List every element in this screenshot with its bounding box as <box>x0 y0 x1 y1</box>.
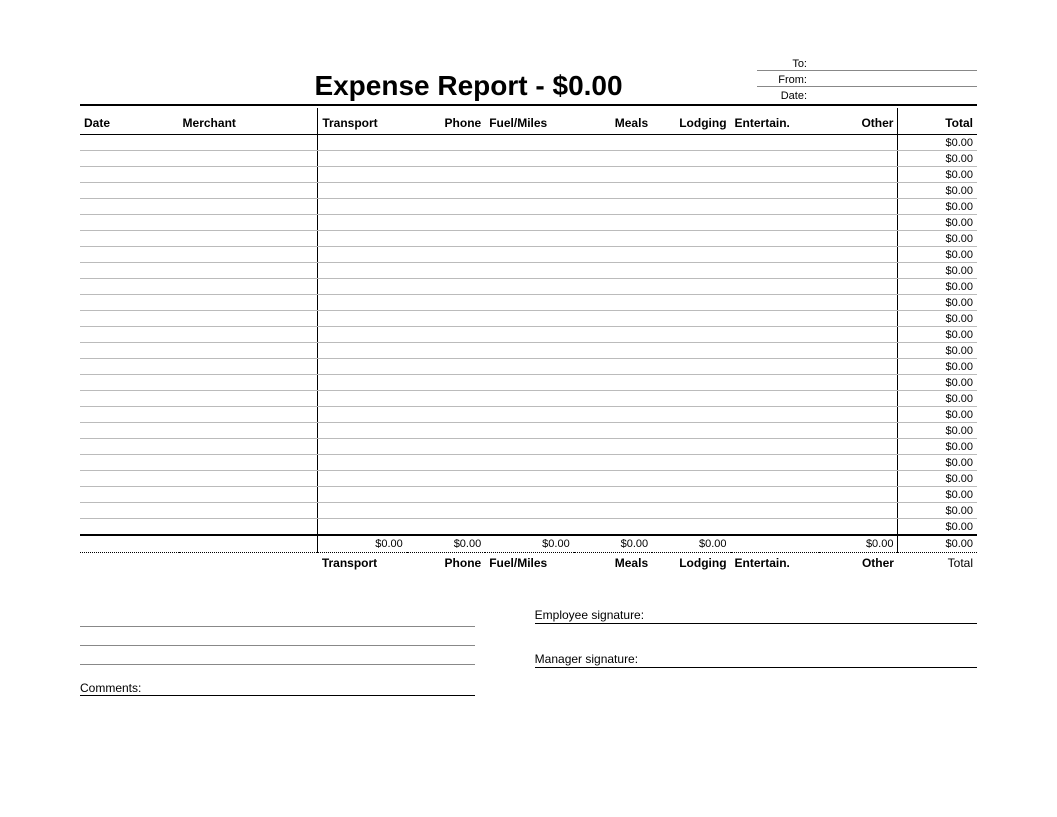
col-transport: Transport <box>318 108 407 135</box>
table-row: $0.00 <box>80 199 977 215</box>
comment-line <box>80 646 475 665</box>
table-row: $0.00 <box>80 247 977 263</box>
table-row: $0.00 <box>80 231 977 247</box>
footer-labels-row: Transport Phone Fuel/Miles Meals Lodging… <box>80 553 977 571</box>
row-total: $0.00 <box>898 343 977 359</box>
row-total: $0.00 <box>898 231 977 247</box>
row-total: $0.00 <box>898 471 977 487</box>
table-row: $0.00 <box>80 167 977 183</box>
page-title: Expense Report - $0.00 <box>80 70 757 102</box>
row-total: $0.00 <box>898 279 977 295</box>
col-phone: Phone <box>407 108 485 135</box>
total-phone: $0.00 <box>407 535 485 553</box>
employee-signature-label: Employee signature: <box>535 608 977 624</box>
flabel-total: Total <box>898 553 977 571</box>
table-row: $0.00 <box>80 135 977 151</box>
total-grand: $0.00 <box>898 535 977 553</box>
comment-line <box>80 627 475 646</box>
comments-block: Comments: <box>80 608 475 696</box>
row-total: $0.00 <box>898 327 977 343</box>
row-total: $0.00 <box>898 455 977 471</box>
expense-report-page: Expense Report - $0.00 To: From: Date: D… <box>0 0 1057 817</box>
flabel-other: Other <box>819 553 898 571</box>
table-row: $0.00 <box>80 439 977 455</box>
table-row: $0.00 <box>80 359 977 375</box>
table-row: $0.00 <box>80 455 977 471</box>
row-total: $0.00 <box>898 215 977 231</box>
row-total: $0.00 <box>898 391 977 407</box>
meta-block: To: From: Date: <box>757 55 977 102</box>
table-row: $0.00 <box>80 215 977 231</box>
table-row: $0.00 <box>80 503 977 519</box>
row-total: $0.00 <box>898 247 977 263</box>
total-transport: $0.00 <box>318 535 407 553</box>
table-row: $0.00 <box>80 519 977 536</box>
row-total: $0.00 <box>898 263 977 279</box>
header: Expense Report - $0.00 To: From: Date: <box>80 55 977 106</box>
row-total: $0.00 <box>898 487 977 503</box>
total-fuel: $0.00 <box>485 535 573 553</box>
total-other: $0.00 <box>819 535 898 553</box>
table-row: $0.00 <box>80 327 977 343</box>
table-row: $0.00 <box>80 487 977 503</box>
row-total: $0.00 <box>898 439 977 455</box>
table-row: $0.00 <box>80 263 977 279</box>
comment-line <box>80 608 475 627</box>
flabel-entertain: Entertain. <box>731 553 819 571</box>
flabel-phone: Phone <box>407 553 485 571</box>
total-entertain <box>731 535 819 553</box>
total-meals: $0.00 <box>574 535 652 553</box>
row-total: $0.00 <box>898 311 977 327</box>
manager-signature-label: Manager signature: <box>535 652 977 668</box>
comments-label: Comments: <box>80 665 475 696</box>
col-fuel: Fuel/Miles <box>485 108 573 135</box>
flabel-lodging: Lodging <box>652 553 730 571</box>
row-total: $0.00 <box>898 199 977 215</box>
col-merchant: Merchant <box>179 108 318 135</box>
expense-table: Date Merchant Transport Phone Fuel/Miles… <box>80 108 977 570</box>
col-other: Other <box>819 108 898 135</box>
row-total: $0.00 <box>898 135 977 151</box>
row-total: $0.00 <box>898 295 977 311</box>
table-row: $0.00 <box>80 407 977 423</box>
table-header-row: Date Merchant Transport Phone Fuel/Miles… <box>80 108 977 135</box>
totals-row: $0.00 $0.00 $0.00 $0.00 $0.00 $0.00 $0.0… <box>80 535 977 553</box>
flabel-fuel: Fuel/Miles <box>485 553 573 571</box>
flabel-transport: Transport <box>318 553 407 571</box>
col-date: Date <box>80 108 179 135</box>
meta-date-label: Date: <box>757 90 811 102</box>
table-row: $0.00 <box>80 471 977 487</box>
meta-from-label: From: <box>757 74 811 86</box>
row-total: $0.00 <box>898 423 977 439</box>
signatures-block: Employee signature: Manager signature: <box>475 608 977 696</box>
table-row: $0.00 <box>80 375 977 391</box>
col-meals: Meals <box>574 108 652 135</box>
row-total: $0.00 <box>898 151 977 167</box>
table-row: $0.00 <box>80 311 977 327</box>
col-total: Total <box>898 108 977 135</box>
table-row: $0.00 <box>80 343 977 359</box>
col-entertain: Entertain. <box>731 108 819 135</box>
bottom-section: Comments: Employee signature: Manager si… <box>80 608 977 696</box>
table-row: $0.00 <box>80 423 977 439</box>
table-row: $0.00 <box>80 279 977 295</box>
flabel-meals: Meals <box>574 553 652 571</box>
row-total: $0.00 <box>898 167 977 183</box>
meta-to-label: To: <box>757 58 811 70</box>
row-total: $0.00 <box>898 407 977 423</box>
row-total: $0.00 <box>898 503 977 519</box>
table-row: $0.00 <box>80 391 977 407</box>
col-lodging: Lodging <box>652 108 730 135</box>
table-row: $0.00 <box>80 183 977 199</box>
table-row: $0.00 <box>80 295 977 311</box>
row-total: $0.00 <box>898 375 977 391</box>
row-total: $0.00 <box>898 183 977 199</box>
row-total: $0.00 <box>898 359 977 375</box>
table-row: $0.00 <box>80 151 977 167</box>
row-total: $0.00 <box>898 519 977 536</box>
total-lodging: $0.00 <box>652 535 730 553</box>
